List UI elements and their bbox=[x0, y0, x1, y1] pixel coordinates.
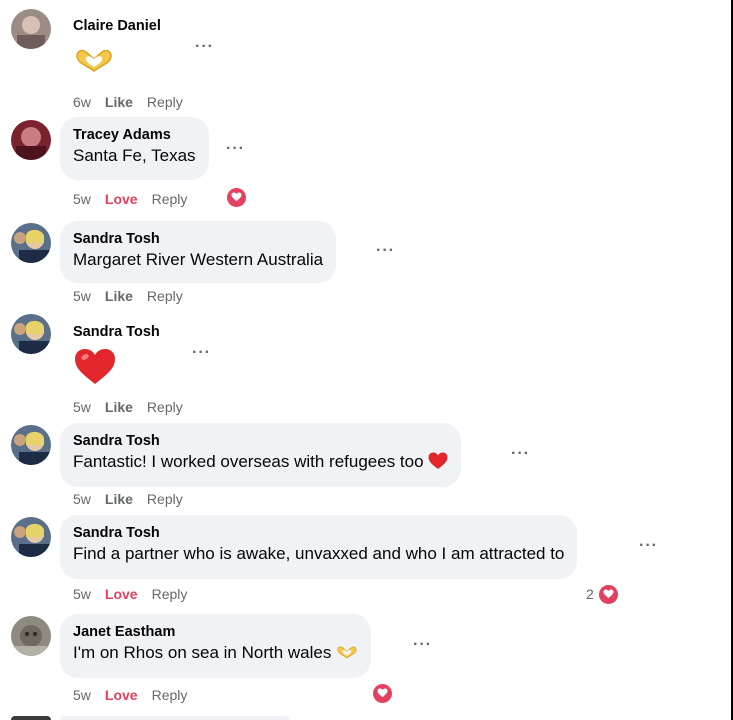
love-button[interactable]: Love bbox=[105, 191, 138, 207]
comment-bubble: Sandra Tosh Find a partner who is awake,… bbox=[60, 515, 578, 579]
comment-author[interactable]: Tracey Adams bbox=[73, 126, 196, 145]
comment-bubble: Sandra Tosh Margaret River Western Austr… bbox=[60, 221, 337, 283]
red-heart-emoji bbox=[74, 348, 116, 391]
comment-time[interactable]: 5w bbox=[73, 399, 91, 415]
comment-text: I'm on Rhos on sea in North wales bbox=[73, 643, 332, 662]
comment-text: Find a partner who is awake, unvaxxed an… bbox=[73, 544, 565, 563]
like-button[interactable]: Like bbox=[105, 491, 133, 507]
comment-time[interactable]: 5w bbox=[73, 687, 91, 703]
comment-author[interactable]: Janet Eastham bbox=[73, 623, 358, 642]
comment-author[interactable]: Sandra Tosh bbox=[73, 230, 323, 249]
comment-text: Santa Fe, Texas bbox=[73, 146, 196, 165]
red-heart-emoji bbox=[428, 452, 448, 470]
comment-actions: 5w Like Reply bbox=[73, 490, 197, 508]
comment-body: Sandra Tosh bbox=[73, 323, 160, 342]
comment-text-line: I'm on Rhos on sea in North wales bbox=[73, 642, 358, 664]
like-button[interactable]: Like bbox=[105, 399, 133, 415]
avatar[interactable] bbox=[11, 120, 51, 160]
more-options-button[interactable]: ··· bbox=[511, 446, 530, 462]
reply-button[interactable]: Reply bbox=[152, 586, 188, 602]
comment-text: Fantastic! I worked overseas with refuge… bbox=[73, 452, 424, 471]
love-reaction-badge[interactable] bbox=[225, 186, 247, 208]
love-reaction-badge[interactable] bbox=[597, 583, 619, 605]
more-options-button[interactable]: ··· bbox=[226, 141, 245, 157]
comment-bubble: Tracey Adams Santa Fe, Texas bbox=[60, 117, 209, 180]
more-options-button[interactable]: ··· bbox=[192, 345, 211, 361]
comment-bubble: Sandra Tosh Fantastic! I worked overseas… bbox=[60, 423, 462, 487]
comment-actions: 5w Like Reply bbox=[73, 398, 197, 416]
heart-hands-emoji bbox=[74, 47, 114, 78]
avatar[interactable] bbox=[11, 223, 51, 263]
reply-button[interactable]: Reply bbox=[147, 94, 183, 110]
love-button[interactable]: Love bbox=[105, 586, 138, 602]
reply-button[interactable]: Reply bbox=[147, 399, 183, 415]
heart-icon bbox=[231, 192, 241, 202]
comment-actions: 5w Love Reply bbox=[73, 585, 201, 603]
reply-button[interactable]: Reply bbox=[152, 191, 188, 207]
avatar[interactable] bbox=[11, 425, 51, 465]
comment-body: Claire Daniel bbox=[73, 17, 161, 36]
avatar[interactable] bbox=[11, 9, 51, 49]
next-comment-avatar-partial bbox=[11, 716, 51, 720]
reply-button[interactable]: Reply bbox=[152, 687, 188, 703]
comment-actions: 6w Like Reply bbox=[73, 93, 197, 111]
more-options-button[interactable]: ··· bbox=[413, 637, 432, 653]
comment-author[interactable]: Claire Daniel bbox=[73, 17, 161, 36]
heart-icon bbox=[377, 688, 387, 698]
more-options-button[interactable]: ··· bbox=[639, 538, 658, 554]
comment-time[interactable]: 5w bbox=[73, 491, 91, 507]
comment-author[interactable]: Sandra Tosh bbox=[73, 524, 564, 543]
avatar[interactable] bbox=[11, 616, 51, 656]
comment-bubble: Janet Eastham I'm on Rhos on sea in Nort… bbox=[60, 614, 372, 678]
heart-icon bbox=[603, 589, 613, 599]
comment-actions: 5w Like Reply bbox=[73, 287, 197, 305]
reply-button[interactable]: Reply bbox=[147, 491, 183, 507]
like-button[interactable]: Like bbox=[105, 94, 133, 110]
avatar[interactable] bbox=[11, 517, 51, 557]
comment-actions: 5w Love Reply bbox=[73, 190, 201, 208]
comment-author[interactable]: Sandra Tosh bbox=[73, 323, 160, 342]
love-reaction-badge[interactable] bbox=[371, 682, 393, 704]
heart-hands-emoji bbox=[337, 646, 357, 659]
more-options-button[interactable]: ··· bbox=[376, 243, 395, 259]
next-comment-bubble-partial bbox=[60, 716, 290, 720]
like-button[interactable]: Like bbox=[105, 288, 133, 304]
comment-author[interactable]: Sandra Tosh bbox=[73, 432, 448, 451]
love-button[interactable]: Love bbox=[105, 687, 138, 703]
reaction-count[interactable]: 2 bbox=[586, 586, 594, 602]
comment-text-line: Fantastic! I worked overseas with refuge… bbox=[73, 451, 448, 473]
comment-text: Margaret River Western Australia bbox=[73, 250, 324, 269]
comment-time[interactable]: 5w bbox=[73, 191, 91, 207]
comment-actions: 5w Love Reply bbox=[73, 686, 201, 704]
reply-button[interactable]: Reply bbox=[147, 288, 183, 304]
comment-time[interactable]: 5w bbox=[73, 586, 91, 602]
comment-time[interactable]: 5w bbox=[73, 288, 91, 304]
more-options-button[interactable]: ··· bbox=[195, 39, 214, 55]
avatar[interactable] bbox=[11, 314, 51, 354]
comment-time[interactable]: 6w bbox=[73, 94, 91, 110]
